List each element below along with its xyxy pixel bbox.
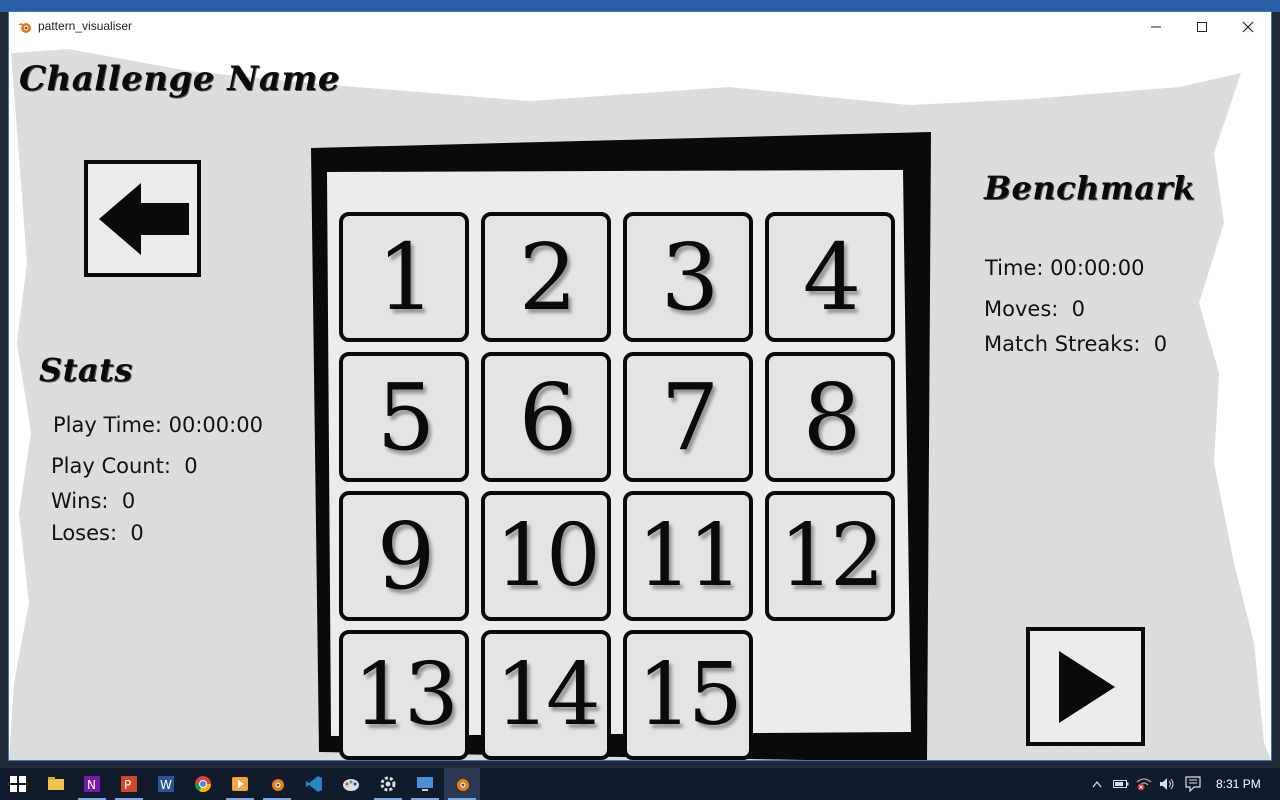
puzzle-tile-6[interactable]: 6	[481, 352, 611, 482]
puzzle-tile-5[interactable]: 5	[339, 352, 469, 482]
remote-desktop-icon[interactable]	[407, 768, 443, 800]
blender-active-icon[interactable]	[444, 768, 480, 800]
play-time-stat: Play Time: 00:00:00	[53, 413, 263, 437]
back-button[interactable]	[84, 160, 201, 277]
stats-title: Stats	[39, 351, 133, 389]
blender-icon[interactable]	[259, 768, 295, 800]
puzzle-tile-9[interactable]: 9	[339, 491, 469, 621]
benchmark-moves: Moves: 0	[984, 297, 1086, 321]
benchmark-time: Time: 00:00:00	[985, 256, 1145, 280]
windows-start-icon	[10, 776, 26, 792]
puzzle-tile-14[interactable]: 14	[481, 630, 611, 760]
minimize-button[interactable]	[1133, 12, 1179, 42]
paint-icon[interactable]	[333, 768, 369, 800]
media-player-icon[interactable]	[222, 768, 258, 800]
close-button[interactable]	[1225, 12, 1271, 42]
puzzle-tile-15[interactable]: 15	[623, 630, 753, 760]
puzzle-tile-12[interactable]: 12	[765, 491, 895, 621]
app-window: pattern_visualiser Challenge Name Stats …	[8, 11, 1272, 761]
play-button[interactable]	[1026, 627, 1145, 746]
taskbar-clock[interactable]: 8:31 PM	[1216, 777, 1261, 791]
puzzle-tile-7[interactable]: 7	[623, 352, 753, 482]
loses-stat: Loses: 0	[51, 521, 144, 545]
volume-icon[interactable]	[1158, 768, 1176, 800]
benchmark-match-streaks: Match Streaks: 0	[984, 332, 1168, 356]
chevron-up-icon[interactable]	[1088, 768, 1106, 800]
taskbar: N P W 8:31 PM	[0, 768, 1280, 800]
puzzle-tile-3[interactable]: 3	[623, 212, 753, 342]
puzzle-tile-10[interactable]: 10	[481, 491, 611, 621]
blender-app-icon	[18, 23, 31, 33]
title-bar[interactable]: pattern_visualiser	[9, 12, 1271, 44]
word-icon[interactable]: W	[148, 768, 184, 800]
window-title: pattern_visualiser	[38, 19, 133, 33]
vscode-icon[interactable]	[296, 768, 332, 800]
powerpoint-icon[interactable]: P	[111, 768, 147, 800]
maximize-icon	[1197, 22, 1207, 32]
puzzle-tile-11[interactable]: 11	[623, 491, 753, 621]
settings-icon[interactable]	[370, 768, 406, 800]
play-count-stat: Play Count: 0	[51, 454, 198, 478]
svg-text:W: W	[160, 778, 172, 792]
svg-text:P: P	[124, 778, 131, 792]
challenge-title: Challenge Name	[19, 59, 340, 99]
puzzle-board: 1 2 3 4 5 6 7 8 9 10 11 12 13 14 15	[311, 132, 931, 760]
puzzle-tile-1[interactable]: 1	[339, 212, 469, 342]
maximize-button[interactable]	[1179, 12, 1225, 42]
minimize-icon	[1151, 26, 1161, 28]
start-button[interactable]	[0, 768, 36, 800]
onenote-icon[interactable]: N	[74, 768, 110, 800]
chrome-icon[interactable]	[185, 768, 221, 800]
wins-stat: Wins: 0	[51, 489, 136, 513]
puzzle-tile-13[interactable]: 13	[339, 630, 469, 760]
notification-center-icon[interactable]	[1183, 768, 1203, 800]
svg-text:N: N	[87, 778, 96, 792]
network-disconnected-icon[interactable]	[1135, 768, 1153, 800]
benchmark-title: Benchmark	[984, 169, 1196, 207]
left-arrow-icon	[98, 182, 189, 255]
puzzle-tile-8[interactable]: 8	[765, 352, 895, 482]
play-icon	[1058, 650, 1115, 723]
file-explorer-icon[interactable]	[38, 768, 74, 800]
game-canvas: Challenge Name Stats Play Time: 00:00:00…	[9, 43, 1271, 760]
battery-icon[interactable]	[1112, 768, 1130, 800]
close-icon	[1242, 21, 1254, 33]
puzzle-tile-4[interactable]: 4	[765, 212, 895, 342]
puzzle-tile-2[interactable]: 2	[481, 212, 611, 342]
